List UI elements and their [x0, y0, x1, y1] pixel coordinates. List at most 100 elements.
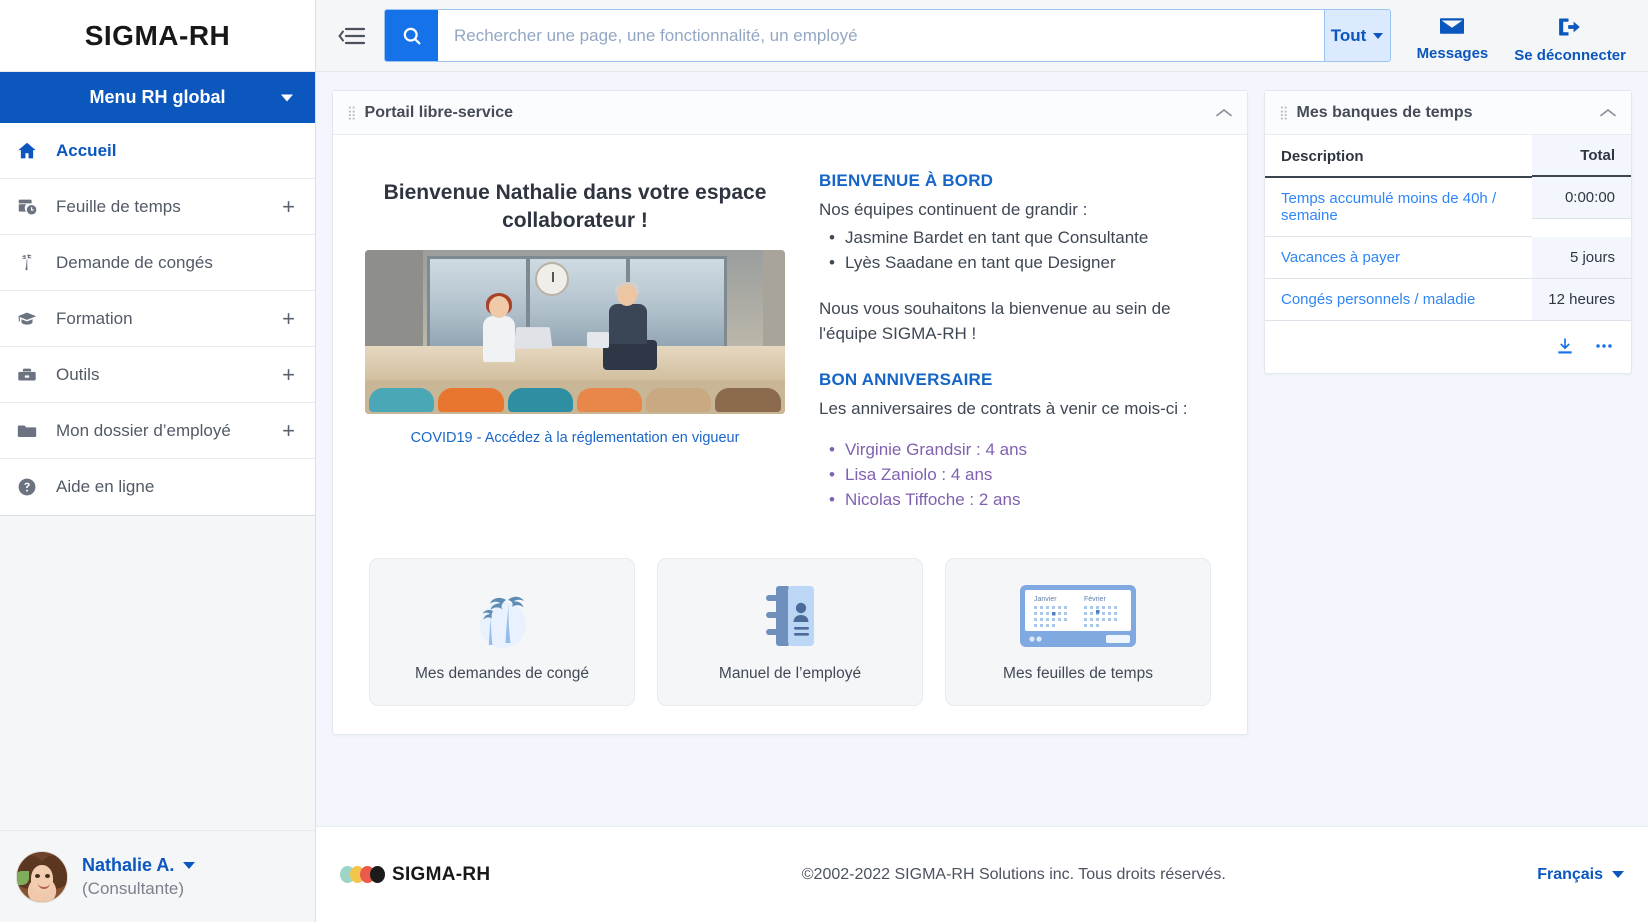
time-bank-description[interactable]: Temps accumulé moins de 40h / semaine	[1265, 177, 1532, 237]
hero-section: Bienvenue Nathalie dans votre espace col…	[355, 157, 1225, 512]
new-hires-list: Jasmine Bardet en tant que Consultante L…	[819, 225, 1225, 275]
portal-panel-title: Portail libre-service	[365, 104, 1215, 122]
sidebar-item-outils[interactable]: Outils +	[0, 347, 315, 403]
footer-logo-text: SIGMA-RH	[392, 864, 490, 886]
topbar: Tout Messages	[316, 0, 1648, 72]
chevron-up-icon[interactable]	[1599, 107, 1617, 119]
expand-icon[interactable]: +	[282, 364, 297, 386]
table-row: Congés personnels / maladie 12 heures	[1265, 279, 1631, 321]
sidebar-item-label: Accueil	[48, 141, 297, 161]
calendar-illustration: Janvier Février	[1018, 581, 1138, 651]
portal-panel: ⣿ Portail libre-service Bienvenue Nathal…	[332, 90, 1248, 735]
time-banks-panel-header: ⣿ Mes banques de temps	[1265, 91, 1631, 135]
welcome-heading: Bienvenue Nathalie dans votre espace col…	[355, 157, 795, 250]
time-banks-panel-title: Mes banques de temps	[1297, 104, 1599, 122]
welcome-news-intro: Nos équipes continuent de grandir :	[819, 198, 1225, 222]
user-role: (Consultante)	[82, 879, 195, 899]
palm-tree-illustration	[457, 581, 547, 651]
sigma-dots-icon	[340, 866, 385, 883]
list-item: Lisa Zaniolo : 4 ans	[819, 462, 1225, 487]
office-photo	[365, 250, 785, 414]
logout-icon	[1557, 16, 1583, 43]
welcome-news-outro: Nous vous souhaitons la bienvenue au sei…	[819, 297, 1225, 345]
brand-name: SIGMA-RH	[85, 20, 231, 52]
welcome-news-title: BIENVENUE À BORD	[819, 171, 1225, 191]
list-item: Lyès Saadane en tant que Designer	[819, 250, 1225, 275]
home-icon	[16, 140, 48, 162]
time-banks-panel: ⣿ Mes banques de temps Description Total	[1264, 90, 1632, 374]
user-name-label: Nathalie A.	[82, 855, 174, 876]
sidebar-item-label: Aide en ligne	[48, 477, 297, 497]
drag-handle-icon[interactable]: ⣿	[347, 106, 355, 119]
chevron-down-icon	[183, 862, 195, 869]
svg-text:Janvier: Janvier	[1034, 596, 1057, 603]
help-circle-icon	[16, 476, 48, 498]
time-banks-actions	[1265, 321, 1631, 373]
sidebar-item-mon-dossier-employe[interactable]: Mon dossier d’employé +	[0, 403, 315, 459]
tile-label: Mes feuilles de temps	[1003, 665, 1153, 683]
anniversaries-list: Virginie Grandsir : 4 ans Lisa Zaniolo :…	[819, 437, 1225, 512]
main-area: Tout Messages	[316, 0, 1648, 922]
sidebar-item-label: Formation	[48, 309, 282, 329]
sidebar-item-formation[interactable]: Formation +	[0, 291, 315, 347]
portal-panel-body: Bienvenue Nathalie dans votre espace col…	[333, 135, 1247, 734]
table-row: Temps accumulé moins de 40h / semaine 0:…	[1265, 177, 1631, 237]
expand-icon[interactable]: +	[282, 196, 297, 218]
tile-mes-demandes-de-conge[interactable]: Mes demandes de congé	[369, 558, 635, 706]
logout-button[interactable]: Se déconnecter	[1514, 16, 1626, 64]
time-banks-table: Description Total Temps accumulé moins d…	[1265, 135, 1631, 321]
global-hr-menu-button[interactable]: Menu RH global	[0, 72, 315, 123]
download-icon[interactable]	[1555, 336, 1575, 356]
sidebar-item-accueil[interactable]: Accueil	[0, 123, 315, 179]
chevron-down-icon	[281, 94, 293, 101]
employee-handbook-illustration	[754, 581, 826, 651]
portal-panel-header: ⣿ Portail libre-service	[333, 91, 1247, 135]
global-search: Tout	[384, 9, 1391, 62]
tile-label: Mes demandes de congé	[415, 665, 589, 683]
sidebar-item-feuille-de-temps[interactable]: Feuille de temps +	[0, 179, 315, 235]
user-name[interactable]: Nathalie A.	[82, 855, 195, 876]
chevron-up-icon[interactable]	[1215, 107, 1233, 119]
time-bank-description[interactable]: Congés personnels / maladie	[1265, 279, 1532, 321]
sidebar-item-demande-de-conges[interactable]: Demande de congés	[0, 235, 315, 291]
more-options-icon[interactable]	[1593, 335, 1615, 357]
sidebar-item-label: Demande de congés	[48, 253, 297, 273]
tile-manuel-de-l-employe[interactable]: Manuel de l’employé	[657, 558, 923, 706]
collapse-menu-icon[interactable]	[332, 16, 372, 56]
user-meta: Nathalie A. (Consultante)	[68, 855, 195, 899]
brand-logo: SIGMA-RH	[0, 0, 315, 72]
anniversary-news-title: BON ANNIVERSAIRE	[819, 370, 1225, 390]
footer-logo: SIGMA-RH	[340, 864, 490, 886]
sidebar-item-label: Mon dossier d’employé	[48, 421, 282, 441]
user-profile-menu[interactable]: Nathalie A. (Consultante)	[0, 830, 315, 922]
application-window: SIGMA-RH Menu RH global Accueil	[0, 0, 1648, 922]
tile-mes-feuilles-de-temps[interactable]: Janvier Février	[945, 558, 1211, 706]
list-item: Virginie Grandsir : 4 ans	[819, 437, 1225, 462]
column-header-description: Description	[1265, 135, 1532, 177]
folder-icon	[16, 420, 48, 442]
covid-regulation-link[interactable]: COVID19 - Accédez à la réglementation en…	[355, 430, 795, 446]
expand-icon[interactable]: +	[282, 420, 297, 442]
expand-icon[interactable]: +	[282, 308, 297, 330]
messages-button[interactable]: Messages	[1417, 16, 1489, 62]
footer: SIGMA-RH ©2002-2022 SIGMA-RH Solutions i…	[316, 826, 1648, 922]
column-header-total: Total	[1532, 135, 1631, 177]
toolbox-icon	[16, 364, 48, 386]
search-scope-dropdown[interactable]: Tout	[1324, 10, 1390, 61]
language-selector[interactable]: Français	[1537, 866, 1624, 884]
search-icon[interactable]	[385, 10, 438, 61]
drag-handle-icon[interactable]: ⣿	[1279, 106, 1287, 119]
avatar	[16, 851, 68, 903]
timesheet-icon	[16, 196, 48, 218]
envelope-icon	[1439, 16, 1465, 41]
time-bank-description[interactable]: Vacances à payer	[1265, 237, 1532, 279]
table-row: Vacances à payer 5 jours	[1265, 237, 1631, 279]
sidebar-item-aide-en-ligne[interactable]: Aide en ligne	[0, 459, 315, 515]
topbar-actions: Messages Se déconnecter	[1417, 8, 1626, 64]
graduation-cap-icon	[16, 308, 48, 330]
time-bank-total: 0:00:00	[1532, 177, 1631, 219]
sidebar-item-label: Feuille de temps	[48, 197, 282, 217]
time-bank-total: 12 heures	[1532, 279, 1631, 321]
search-input[interactable]	[438, 10, 1324, 61]
palm-tree-icon	[16, 252, 48, 274]
